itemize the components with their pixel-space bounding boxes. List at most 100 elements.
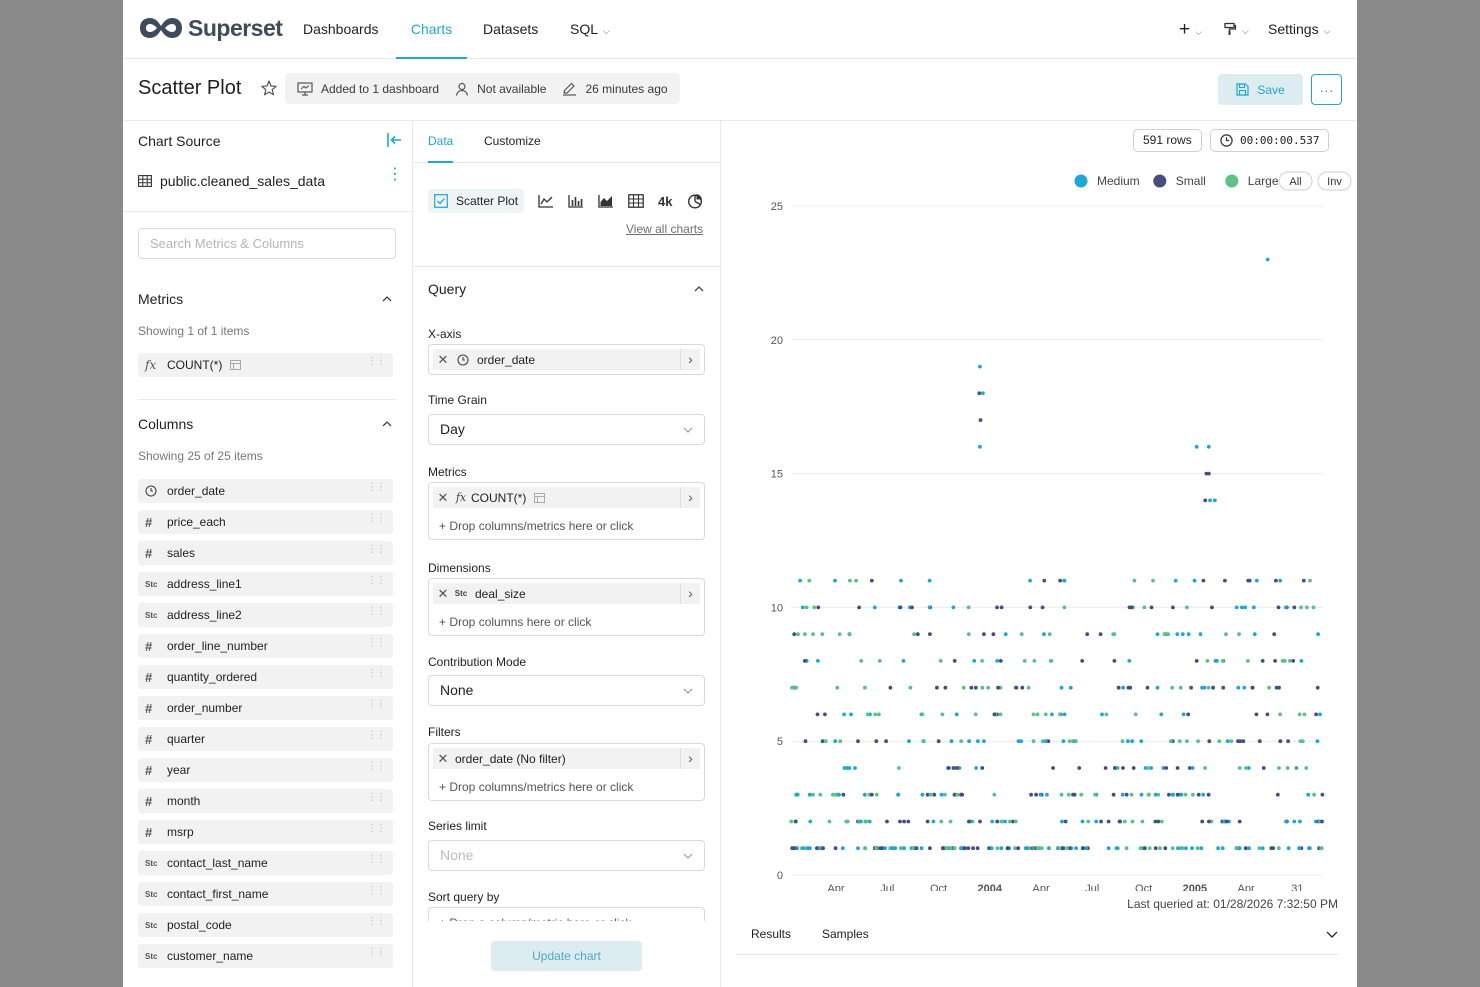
column-item[interactable]: order_date ⋮⋮ [138, 479, 393, 503]
contribution-select[interactable]: None [428, 675, 705, 706]
column-item[interactable]: Stc postal_code ⋮⋮ [138, 913, 393, 937]
pie-chart-icon[interactable] [687, 193, 703, 209]
numeric-type-icon: # [145, 545, 153, 561]
chevron-right-icon[interactable]: › [680, 583, 700, 604]
drag-handle-icon[interactable]: ⋮⋮ [367, 638, 386, 648]
x-axis-tag[interactable]: ✕ order_date [433, 349, 680, 370]
drag-handle-icon[interactable]: ⋮⋮ [367, 669, 386, 679]
metric-tag[interactable]: ✕ fx COUNT(*) [433, 487, 680, 508]
filters-drop-zone[interactable]: + Drop columns/metrics here or click [439, 780, 633, 794]
column-item[interactable]: # quarter ⋮⋮ [138, 727, 393, 751]
metrics-control[interactable]: ✕ fx COUNT(*) › + Drop columns/metrics h… [428, 482, 705, 540]
query-section-title[interactable]: Query [428, 281, 466, 297]
superset-logo[interactable]: Superset [138, 14, 283, 42]
drag-handle-icon[interactable]: ⋮⋮ [367, 824, 386, 834]
filters-control[interactable]: ✕ order_date (No filter) › + Drop column… [428, 743, 705, 801]
settings-menu[interactable]: Settings ⌵ [1268, 0, 1330, 59]
data-point [815, 712, 820, 717]
scatter-chart[interactable]: 0 5 10 15 20 25 Apr Jul Oct 2004 Apr Jul Oct 2005 Apr 3… [721, 161, 1357, 891]
data-point [1028, 578, 1032, 583]
drag-handle-icon[interactable]: ⋮⋮ [367, 855, 386, 865]
more-actions-button[interactable]: ··· [1311, 74, 1342, 105]
dataset-selector[interactable]: public.cleaned_sales_data [138, 173, 325, 189]
drag-handle-icon[interactable]: ⋮⋮ [367, 483, 386, 493]
dimensions-control[interactable]: ✕ Stc deal_size › + Drop columns here or… [428, 578, 705, 636]
column-item[interactable]: # quantity_ordered ⋮⋮ [138, 665, 393, 689]
new-plus-menu[interactable]: + ⌵ [1179, 0, 1202, 59]
data-point [1145, 685, 1150, 690]
x-axis-control[interactable]: ✕ order_date › [428, 344, 705, 375]
ellipsis-icon: ··· [1319, 81, 1334, 98]
nav-dashboards[interactable]: Dashboards [303, 0, 379, 59]
remove-x-icon[interactable]: ✕ [433, 352, 453, 368]
column-item[interactable]: # month ⋮⋮ [138, 789, 393, 813]
drag-handle-icon[interactable]: ⋮⋮ [367, 948, 386, 958]
drag-handle-icon[interactable]: ⋮⋮ [367, 357, 386, 367]
tab-data[interactable]: Data [428, 134, 453, 148]
column-item[interactable]: # sales ⋮⋮ [138, 541, 393, 565]
column-item[interactable]: Stc customer_name ⋮⋮ [138, 944, 393, 968]
dataset-menu-icon[interactable]: ⋮ [387, 167, 403, 183]
chevron-up-icon[interactable] [381, 418, 393, 430]
drag-handle-icon[interactable]: ⋮⋮ [367, 886, 386, 896]
tab-customize[interactable]: Customize [484, 134, 541, 148]
metrics-drop-zone[interactable]: + Drop columns/metrics here or click [439, 519, 633, 533]
collapse-panel-icon[interactable] [385, 131, 403, 149]
big-number-icon[interactable]: 4k [658, 194, 672, 209]
contribution-value: None [440, 682, 474, 698]
viz-type-selected[interactable]: Scatter Plot [428, 189, 525, 213]
metric-item[interactable]: fx COUNT(*) ⋮⋮ [138, 353, 393, 377]
chevron-up-icon[interactable] [693, 283, 705, 295]
theme-menu[interactable]: ⌵ [1223, 0, 1249, 59]
column-item[interactable]: # price_each ⋮⋮ [138, 510, 393, 534]
drag-handle-icon[interactable]: ⋮⋮ [367, 762, 386, 772]
remove-x-icon[interactable]: ✕ [433, 586, 453, 602]
remove-x-icon[interactable]: ✕ [433, 751, 453, 767]
dimensions-drop-zone[interactable]: + Drop columns here or click [439, 615, 591, 629]
nav-charts[interactable]: Charts [396, 0, 467, 59]
column-item[interactable]: # order_line_number ⋮⋮ [138, 634, 393, 658]
column-item[interactable]: # year ⋮⋮ [138, 758, 393, 782]
columns-section-title[interactable]: Columns [138, 416, 193, 432]
drag-handle-icon[interactable]: ⋮⋮ [367, 607, 386, 617]
column-item[interactable]: # order_number ⋮⋮ [138, 696, 393, 720]
search-metrics-columns-input[interactable]: Search Metrics & Columns [138, 228, 396, 259]
tab-results[interactable]: Results [751, 927, 791, 941]
view-all-charts-link[interactable]: View all charts [626, 222, 703, 236]
drag-handle-icon[interactable]: ⋮⋮ [367, 545, 386, 555]
chevron-up-icon[interactable] [381, 293, 393, 305]
favorite-star-icon[interactable] [260, 79, 278, 97]
chevron-right-icon[interactable]: › [680, 349, 700, 370]
nav-datasets[interactable]: Datasets [483, 0, 538, 59]
column-item[interactable]: # msrp ⋮⋮ [138, 820, 393, 844]
column-item[interactable]: Stc contact_first_name ⋮⋮ [138, 882, 393, 906]
chevron-right-icon[interactable]: › [680, 487, 700, 508]
drag-handle-icon[interactable]: ⋮⋮ [367, 793, 386, 803]
dimension-tag[interactable]: ✕ Stc deal_size [433, 583, 680, 604]
drag-handle-icon[interactable]: ⋮⋮ [367, 514, 386, 524]
remove-x-icon[interactable]: ✕ [433, 490, 453, 506]
tab-samples[interactable]: Samples [822, 927, 869, 941]
bar-chart-icon[interactable] [568, 194, 584, 208]
metrics-section-title[interactable]: Metrics [138, 291, 183, 307]
drag-handle-icon[interactable]: ⋮⋮ [367, 731, 386, 741]
filter-tag[interactable]: ✕ order_date (No filter) [433, 748, 680, 769]
update-chart-button[interactable]: Update chart [491, 941, 642, 971]
line-chart-icon[interactable] [538, 194, 554, 208]
column-item[interactable]: Stc address_line2 ⋮⋮ [138, 603, 393, 627]
series-limit-select[interactable]: None [428, 840, 705, 871]
chevron-down-icon[interactable] [1325, 927, 1339, 941]
column-item[interactable]: Stc address_line1 ⋮⋮ [138, 572, 393, 596]
drag-handle-icon[interactable]: ⋮⋮ [367, 700, 386, 710]
save-button[interactable]: Save [1218, 74, 1303, 105]
drag-handle-icon[interactable]: ⋮⋮ [367, 576, 386, 586]
table-chart-icon[interactable] [628, 194, 644, 208]
column-item[interactable]: Stc contact_last_name ⋮⋮ [138, 851, 393, 875]
time-grain-select[interactable]: Day [428, 414, 705, 445]
chevron-right-icon[interactable]: › [680, 748, 700, 769]
nav-sql[interactable]: SQL ⌵ [570, 0, 610, 59]
drag-handle-icon[interactable]: ⋮⋮ [367, 917, 386, 927]
dashboards-meta[interactable]: Added to 1 dashboard [297, 82, 439, 96]
area-chart-icon[interactable] [598, 194, 614, 208]
chart-title[interactable]: Scatter Plot [138, 77, 241, 100]
